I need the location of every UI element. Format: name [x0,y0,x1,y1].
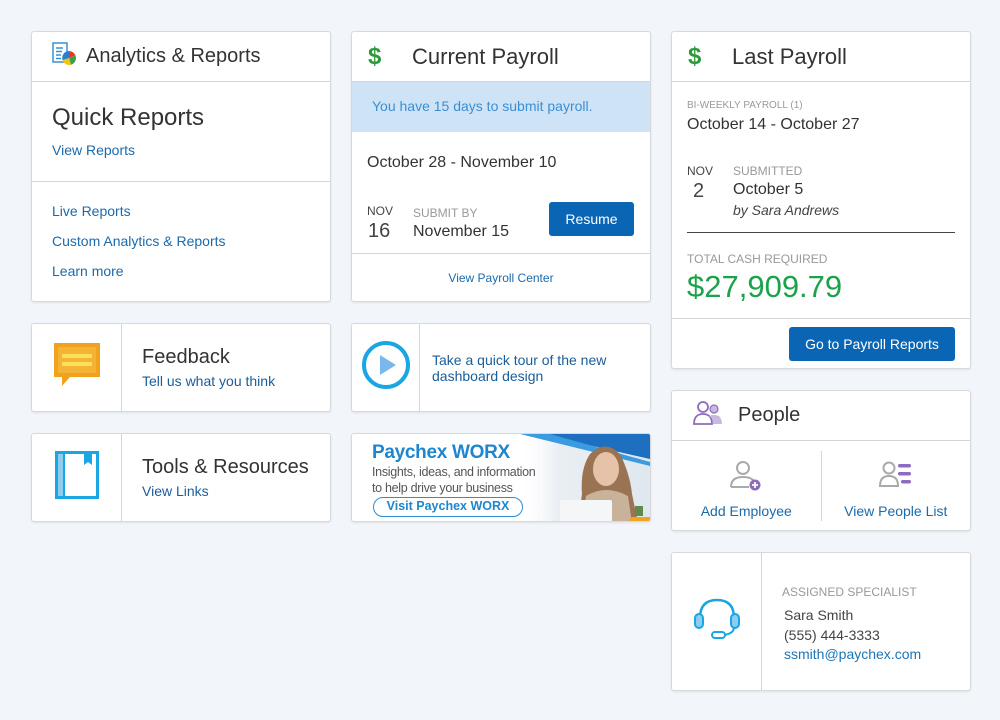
submit-by-info: SUBMIT BY November 15 [413,204,549,241]
specialist-name: Sara Smith [784,607,854,623]
headset-icon [693,596,741,647]
view-payroll-center-link[interactable]: View Payroll Center [448,271,553,285]
date-badge: NOV 2 [687,162,733,218]
people-list-icon [878,461,913,496]
people-actions: Add Employee View People List [672,441,971,530]
resume-button[interactable]: Resume [549,201,634,236]
worx-title: Paychex WORX [372,442,510,463]
specialist-info: ASSIGNED SPECIALIST Sara Smith (555) 444… [762,553,921,690]
people-title: People [738,404,801,426]
specialist-phone: (555) 444-3333 [784,627,880,643]
analytics-card-title: Analytics & Reports [86,45,261,67]
dollar-icon: $ [368,42,382,70]
current-payroll-header: $ Current Payroll [352,32,650,82]
people-icon [692,400,724,431]
feedback-card[interactable]: Feedback Tell us what you think [31,323,331,412]
feedback-icon-cell [32,324,122,411]
play-circle-icon [361,340,411,395]
date-day: 2 [693,180,705,202]
view-reports-link[interactable]: View Reports [52,142,310,158]
quick-reports-heading: Quick Reports [52,104,205,131]
live-reports-link[interactable]: Live Reports [52,203,310,219]
last-payroll-header: $ Last Payroll [672,32,970,82]
payroll-frequency-label: BI-WEEKLY PAYROLL (1) [687,100,803,111]
submit-by-label: SUBMIT BY [413,206,478,220]
feedback-text: Feedback Tell us what you think [122,324,275,411]
woman-at-laptop-photo [520,434,650,521]
worx-subtitle-2: to help drive your business [372,481,513,495]
date-day: 16 [368,220,391,242]
people-header: People [672,391,970,441]
view-people-list-action[interactable]: View People List [822,451,971,530]
submit-by-value: November 15 [413,223,510,240]
analytics-reports-card: Analytics & Reports Quick Reports View R… [31,31,331,302]
specialist-icon-cell [672,553,762,690]
go-to-payroll-reports-button[interactable]: Go to Payroll Reports [789,327,955,361]
paychex-worx-banner[interactable]: Paychex WORX Insights, ideas, and inform… [351,433,651,522]
dollar-icon: $ [688,42,702,70]
visit-paychex-worx-button[interactable]: Visit Paychex WORX [373,497,523,517]
quick-reports-section: Quick Reports View Reports [32,82,330,182]
last-payroll-title: Last Payroll [732,43,847,69]
view-links-link[interactable]: View Links [142,483,309,499]
current-payroll-title: Current Payroll [412,43,559,69]
tools-icon-cell [32,434,122,521]
report-chart-icon [52,42,76,71]
view-people-list-link[interactable]: View People List [844,503,947,519]
last-payroll-card: $ Last Payroll BI-WEEKLY PAYROLL (1) Oct… [671,31,971,369]
feedback-title: Feedback [142,346,230,368]
custom-analytics-link[interactable]: Custom Analytics & Reports [52,233,310,249]
specialist-email-link[interactable]: ssmith@paychex.com [782,646,921,662]
tools-resources-card[interactable]: Tools & Resources View Links [31,433,331,522]
submitted-by: by Sara Andrews [733,202,840,218]
analytics-card-header: Analytics & Reports [32,32,330,82]
submitted-info: SUBMITTED October 5 by Sara Andrews [733,162,955,218]
submitted-row: NOV 2 SUBMITTED October 5 by Sara Andrew… [687,162,955,233]
add-employee-link[interactable]: Add Employee [701,503,792,519]
total-cash-label: TOTAL CASH REQUIRED [687,252,828,266]
tools-text: Tools & Resources View Links [122,434,309,521]
submitted-label: SUBMITTED [733,164,803,178]
dashboard-tour-card[interactable]: Take a quick tour of the new dashboard d… [351,323,651,412]
add-person-icon [729,461,763,496]
worx-subtitle-1: Insights, ideas, and information [372,465,536,479]
submitted-value: October 5 [733,181,804,198]
submit-row: NOV 16 SUBMIT BY November 15 Resume [352,172,650,254]
feedback-link[interactable]: Tell us what you think [142,373,275,389]
payroll-center-footer: View Payroll Center [352,254,650,285]
date-month: NOV [687,164,714,178]
add-employee-action[interactable]: Add Employee [672,451,822,521]
current-payroll-period: October 28 - November 10 [367,154,557,171]
learn-more-link[interactable]: Learn more [52,263,310,279]
last-payroll-footer: Go to Payroll Reports [672,319,970,361]
date-month: NOV [367,204,394,218]
chat-bubble-icon [52,341,102,394]
analytics-links: Live Reports Custom Analytics & Reports … [32,182,330,301]
payroll-deadline-alert: You have 15 days to submit payroll. [352,82,650,132]
book-icon [54,450,100,505]
people-card: People Add Employee View People List [671,390,971,531]
assigned-specialist-card: ASSIGNED SPECIALIST Sara Smith (555) 444… [671,552,971,691]
current-payroll-card: $ Current Payroll You have 15 days to su… [351,31,651,302]
total-cash-section: TOTAL CASH REQUIRED $27,909.79 [672,233,970,319]
last-payroll-body: BI-WEEKLY PAYROLL (1) October 14 - Octob… [672,82,970,233]
total-cash-amount: $27,909.79 [687,269,843,304]
tools-title: Tools & Resources [142,456,309,478]
tour-icon-cell [352,324,421,411]
date-badge: NOV 16 [367,202,413,243]
last-payroll-period: October 14 - October 27 [687,116,860,133]
tour-text[interactable]: Take a quick tour of the new dashboard d… [420,324,650,411]
specialist-label: ASSIGNED SPECIALIST [782,585,917,599]
worx-text: Paychex WORX Insights, ideas, and inform… [372,442,536,496]
